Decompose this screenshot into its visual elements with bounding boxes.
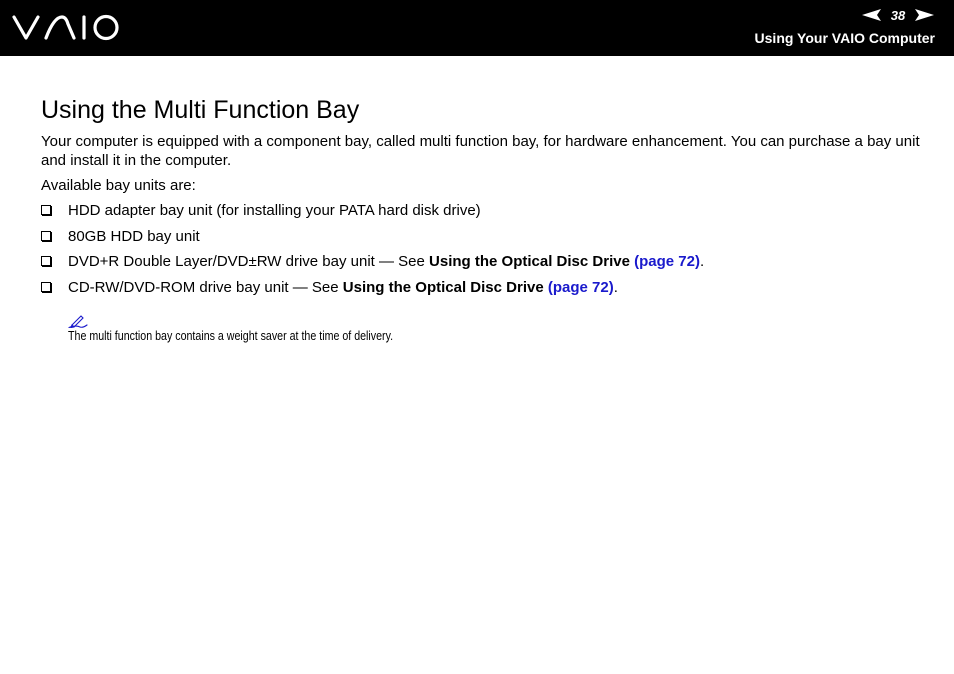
list-item-text: 80GB HDD bay unit: [68, 227, 200, 245]
checkbox-bullet-icon: [41, 205, 51, 215]
cross-reference-title: Using the Optical Disc Drive: [429, 253, 630, 271]
next-page-arrow-icon[interactable]: [915, 9, 934, 21]
vaio-logo: [12, 14, 119, 41]
list-item: DVD+R Double Layer/DVD±RW drive bay unit…: [41, 252, 921, 271]
previous-page-arrow-icon[interactable]: [862, 9, 881, 21]
list-item: HDD adapter bay unit (for installing you…: [41, 201, 921, 220]
checkbox-bullet-icon: [41, 230, 51, 241]
note-text: The multi function bay contains a weight…: [68, 328, 394, 343]
main-content: Using the Multi Function Bay Your comput…: [41, 94, 921, 303]
list-item-end: .: [699, 253, 705, 271]
list-item-text: HDD adapter bay unit (for installing you…: [68, 202, 481, 219]
list-item-end: .: [613, 278, 618, 296]
list-item-text: CD-RW/DVD-ROM drive bay unit — See: [68, 278, 343, 296]
section-title: Using Your VAIO Computer: [754, 30, 935, 46]
note-block: The multi function bay contains a weight…: [68, 314, 464, 344]
page-navigation: 38: [862, 7, 934, 23]
page-header: 38 Using Your VAIO Computer: [0, 0, 954, 56]
list-item: CD-RW/DVD-ROM drive bay unit — See Using…: [41, 278, 921, 297]
page-title: Using the Multi Function Bay: [41, 96, 360, 124]
cross-reference-title: Using the Optical Disc Drive: [342, 278, 544, 296]
bay-unit-list: HDD adapter bay unit (for installing you…: [41, 201, 921, 297]
checkbox-bullet-icon: [41, 281, 51, 292]
list-item-text: DVD+R Double Layer/DVD±RW drive bay unit…: [68, 253, 430, 271]
checkbox-bullet-icon: [41, 256, 51, 267]
page-72-link[interactable]: (page 72): [634, 253, 700, 270]
page-72-link[interactable]: (page 72): [548, 279, 614, 296]
intro-paragraph: Your computer is equipped with a compone…: [41, 133, 920, 169]
list-item: 80GB HDD bay unit: [41, 227, 921, 246]
available-units-label: Available bay units are:: [41, 177, 196, 194]
pencil-note-icon: [68, 315, 88, 328]
page-number: 38: [890, 7, 906, 23]
